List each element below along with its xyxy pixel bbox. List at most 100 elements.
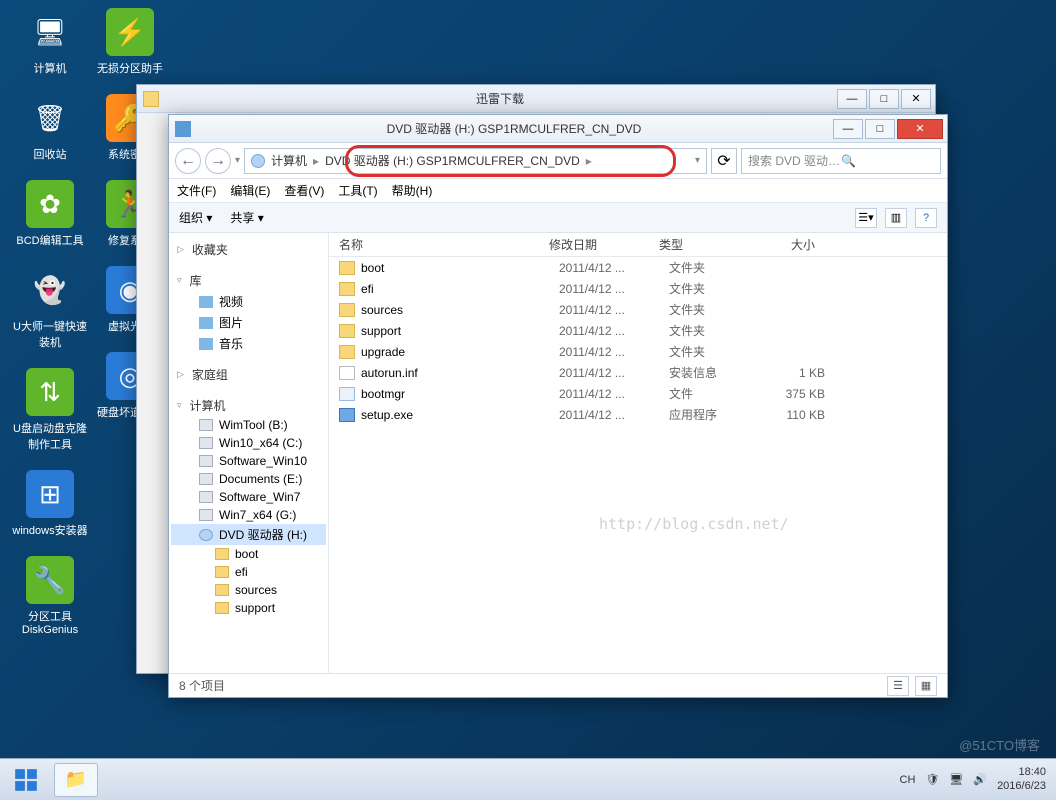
chevron-right-icon[interactable]: ▸	[313, 154, 319, 168]
file-row[interactable]: autorun.inf2011/4/12 ...安装信息1 KB	[329, 362, 947, 383]
start-button[interactable]	[0, 759, 52, 800]
nav-drive-item[interactable]: Win7_x64 (G:)	[171, 506, 326, 524]
search-input[interactable]: 搜索 DVD 驱动器 (H:) GSP1... 🔍	[741, 148, 941, 174]
close-button[interactable]: ✕	[901, 89, 931, 109]
col-size[interactable]: 大小	[749, 236, 829, 253]
desktop-icon[interactable]: ⊞windows安装器	[12, 470, 88, 538]
nav-homegroup[interactable]: ▷家庭组	[171, 364, 326, 385]
search-icon[interactable]: 🔍	[841, 154, 934, 168]
maximize-button[interactable]: □	[865, 119, 895, 139]
window-title: DVD 驱动器 (H:) GSP1RMCULFRER_CN_DVD	[197, 120, 831, 137]
col-date[interactable]: 修改日期	[549, 236, 659, 253]
file-row[interactable]: boot2011/4/12 ...文件夹	[329, 257, 947, 278]
desktop-icon-label: BCD编辑工具	[12, 232, 88, 248]
organize-menu[interactable]: 组织 ▾	[179, 209, 212, 226]
file-type: 文件夹	[669, 343, 759, 360]
desktop-icon-label: U大师一键快速装机	[12, 318, 88, 350]
nav-drive-item[interactable]: Documents (E:)	[171, 470, 326, 488]
preview-pane-button[interactable]: ▥	[885, 208, 907, 228]
file-name: upgrade	[361, 345, 559, 359]
minimize-button[interactable]: —	[833, 119, 863, 139]
file-icon	[339, 324, 355, 338]
file-name: support	[361, 324, 559, 338]
app-icon: 🗑	[26, 94, 74, 142]
taskbar[interactable]: 📁 CH 🛡 🖥 🔊 18:40 2016/6/23	[0, 758, 1056, 800]
menu-item[interactable]: 文件(F)	[177, 182, 216, 199]
menu-item[interactable]: 查看(V)	[284, 182, 324, 199]
file-name: autorun.inf	[361, 366, 559, 380]
col-name[interactable]: 名称	[329, 236, 549, 253]
minimize-button[interactable]: —	[837, 89, 867, 109]
breadcrumb-item[interactable]: DVD 驱动器 (H:) GSP1RMCULFRER_CN_DVD	[323, 152, 582, 169]
tray-icon[interactable]: 🔊	[973, 773, 987, 786]
file-row[interactable]: setup.exe2011/4/12 ...应用程序110 KB	[329, 404, 947, 425]
file-row[interactable]: efi2011/4/12 ...文件夹	[329, 278, 947, 299]
menu-item[interactable]: 编辑(E)	[230, 182, 270, 199]
nav-computer[interactable]: ▿计算机	[171, 395, 326, 416]
back-button[interactable]: ←	[175, 148, 201, 174]
titlebar[interactable]: DVD 驱动器 (H:) GSP1RMCULFRER_CN_DVD — □ ✕	[169, 115, 947, 143]
nav-favorites[interactable]: ▷收藏夹	[171, 239, 326, 260]
nav-libraries[interactable]: ▿库	[171, 270, 326, 291]
help-button[interactable]: ?	[915, 208, 937, 228]
file-type: 文件夹	[669, 322, 759, 339]
nav-folder-item[interactable]: boot	[171, 545, 326, 563]
close-button[interactable]: ✕	[897, 119, 943, 139]
desktop-icon[interactable]: ⇅U盘启动盘克隆制作工具	[12, 368, 88, 452]
chevron-right-icon[interactable]: ▸	[586, 154, 592, 168]
nav-drive-item[interactable]: Software_Win7	[171, 488, 326, 506]
desktop-icon[interactable]: ⚡无损分区助手	[92, 8, 168, 76]
ime-indicator[interactable]: CH	[900, 774, 916, 786]
desktop-icon[interactable]: 👻U大师一键快速装机	[12, 266, 88, 350]
desktop-icon[interactable]: 🗑回收站	[12, 94, 88, 162]
file-size: 1 KB	[759, 366, 839, 380]
history-dropdown-icon[interactable]: ▾	[235, 155, 240, 166]
navigation-pane[interactable]: ▷收藏夹 ▿库 视频图片音乐 ▷家庭组 ▿计算机 WimTool (B:)Win…	[169, 233, 329, 673]
file-row[interactable]: sources2011/4/12 ...文件夹	[329, 299, 947, 320]
file-date: 2011/4/12 ...	[559, 324, 669, 338]
forward-button[interactable]: →	[205, 148, 231, 174]
clock[interactable]: 18:40 2016/6/23	[997, 766, 1046, 792]
details-view-button[interactable]: ☰	[887, 676, 909, 696]
desktop-icon[interactable]: 🖥计算机	[12, 8, 88, 76]
nav-folder-item[interactable]: efi	[171, 563, 326, 581]
file-row[interactable]: bootmgr2011/4/12 ...文件375 KB	[329, 383, 947, 404]
col-type[interactable]: 类型	[659, 236, 749, 253]
breadcrumb-item[interactable]: 计算机	[269, 152, 309, 169]
taskbar-item-explorer[interactable]: 📁	[54, 763, 98, 797]
nav-dvd-drive[interactable]: DVD 驱动器 (H:)	[171, 524, 326, 545]
nav-library-item[interactable]: 视频	[171, 291, 326, 312]
file-name: efi	[361, 282, 559, 296]
nav-folder-item[interactable]: sources	[171, 581, 326, 599]
column-headers[interactable]: 名称 修改日期 类型 大小	[329, 233, 947, 257]
desktop-icon[interactable]: ✿BCD编辑工具	[12, 180, 88, 248]
nav-folder-item[interactable]: support	[171, 599, 326, 617]
refresh-button[interactable]: ⟳	[711, 148, 737, 174]
system-tray[interactable]: CH 🛡 🖥 🔊 18:40 2016/6/23	[900, 766, 1056, 792]
menu-item[interactable]: 帮助(H)	[392, 182, 433, 199]
desktop-icon-label: 分区工具DiskGenius	[12, 608, 88, 636]
menu-item[interactable]: 工具(T)	[338, 182, 377, 199]
file-row[interactable]: support2011/4/12 ...文件夹	[329, 320, 947, 341]
dvd-icon	[175, 121, 191, 137]
nav-library-item[interactable]: 图片	[171, 312, 326, 333]
desktop-icon-label: U盘启动盘克隆制作工具	[12, 420, 88, 452]
maximize-button[interactable]: □	[869, 89, 899, 109]
icons-view-button[interactable]: ▦	[915, 676, 937, 696]
nav-drive-item[interactable]: Win10_x64 (C:)	[171, 434, 326, 452]
address-bar[interactable]: 计算机 ▸ DVD 驱动器 (H:) GSP1RMCULFRER_CN_DVD …	[244, 148, 707, 174]
nav-drive-item[interactable]: Software_Win10	[171, 452, 326, 470]
nav-drive-item[interactable]: WimTool (B:)	[171, 416, 326, 434]
titlebar[interactable]: 迅雷下载 — □ ✕	[137, 85, 935, 113]
file-row[interactable]: upgrade2011/4/12 ...文件夹	[329, 341, 947, 362]
tray-icon[interactable]: 🖥	[949, 773, 963, 786]
nav-library-item[interactable]: 音乐	[171, 333, 326, 354]
desktop-icon[interactable]: 🔧分区工具DiskGenius	[12, 556, 88, 636]
tray-icon[interactable]: 🛡	[925, 773, 939, 786]
share-menu[interactable]: 共享 ▾	[230, 209, 263, 226]
dropdown-icon[interactable]: ▾	[695, 155, 700, 166]
view-options-button[interactable]: ☰▾	[855, 208, 877, 228]
file-name: setup.exe	[361, 408, 559, 422]
explorer-window: DVD 驱动器 (H:) GSP1RMCULFRER_CN_DVD — □ ✕ …	[168, 114, 948, 698]
search-placeholder: 搜索 DVD 驱动器 (H:) GSP1...	[748, 152, 841, 169]
